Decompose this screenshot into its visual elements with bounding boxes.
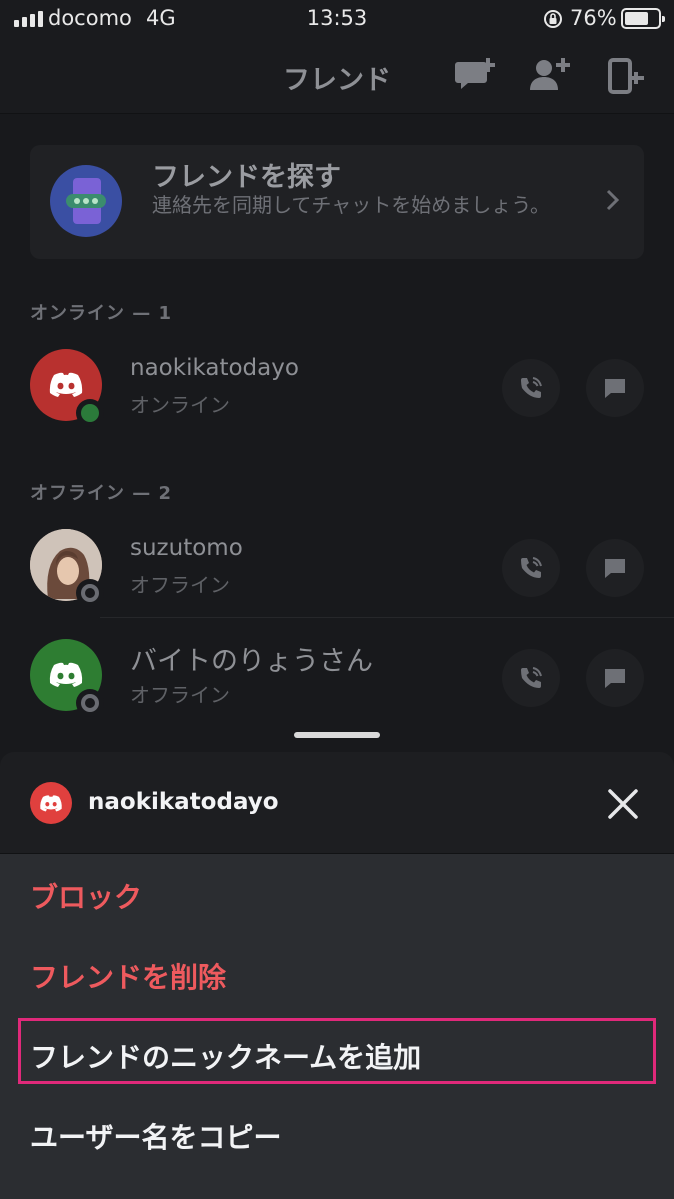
copy-username-menu-item[interactable]: ユーザー名をコピー (30, 1116, 281, 1156)
battery-percentage: 76% (570, 6, 617, 30)
voice-call-button[interactable] (502, 539, 560, 597)
friend-row[interactable]: バイトのりょうさん オフライン (0, 631, 674, 727)
phone-call-icon (521, 667, 542, 688)
message-button[interactable] (586, 359, 644, 417)
find-friends-title: フレンドを探す (152, 162, 341, 193)
new-group-dm-button[interactable] (454, 54, 498, 98)
friend-row[interactable]: naokikatodayo オンライン (0, 341, 674, 437)
page-title: フレンド (283, 65, 391, 96)
friend-status: オンライン (130, 393, 230, 417)
friend-status: オフライン (130, 683, 230, 707)
sheet-username: naokikatodayo (88, 789, 279, 815)
discord-logo-icon (49, 372, 83, 397)
chat-bubble-icon (605, 559, 625, 578)
sheet-drag-handle[interactable] (294, 732, 380, 738)
message-button[interactable] (586, 649, 644, 707)
chevron-right-icon (606, 189, 620, 211)
status-bar: docomo 4G 13:53 76% (0, 0, 674, 38)
block-menu-item[interactable]: ブロック (30, 876, 142, 916)
contacts-sync-icon (608, 58, 644, 94)
phone-contacts-icon (50, 165, 122, 237)
sheet-header: naokikatodayo (0, 752, 674, 854)
avatar (30, 782, 72, 824)
friend-name: suzutomo (130, 535, 243, 561)
friend-row[interactable]: suzutomo オフライン (0, 521, 674, 617)
add-friend-icon (530, 58, 570, 90)
highlight-annotation-box (18, 1018, 656, 1084)
offline-section-header: オフライン — 2 (30, 483, 173, 504)
new-group-dm-icon (455, 58, 495, 89)
phone-call-icon (521, 377, 542, 398)
friend-name: バイトのりょうさん (130, 646, 373, 677)
find-friends-subtitle: 連絡先を同期してチャットを始めましょう。 (152, 193, 550, 217)
friends-list: フレンドを探す 連絡先を同期してチャットを始めましょう。 オンライン — 1 n… (0, 115, 674, 755)
phone-call-icon (521, 557, 542, 578)
discord-logo-icon (40, 795, 62, 812)
remove-friend-menu-item[interactable]: フレンドを削除 (30, 956, 226, 996)
online-section-header: オンライン — 1 (30, 303, 173, 324)
find-friends-card[interactable]: フレンドを探す 連絡先を同期してチャットを始めましょう。 (30, 145, 644, 259)
chat-bubble-icon (605, 379, 625, 398)
orientation-lock-icon (544, 10, 562, 28)
close-icon[interactable] (604, 785, 642, 823)
voice-call-button[interactable] (502, 649, 560, 707)
message-button[interactable] (586, 539, 644, 597)
app-header: フレンド (0, 38, 674, 114)
online-status-indicator (76, 399, 104, 427)
voice-call-button[interactable] (502, 359, 560, 417)
battery-icon (621, 8, 665, 29)
add-friend-button[interactable] (528, 54, 572, 98)
discord-logo-icon (49, 662, 83, 687)
offline-status-indicator (76, 579, 104, 607)
friend-status: オフライン (130, 573, 230, 597)
friend-action-sheet: naokikatodayo ブロック フレンドを削除 フレンドのニックネームを追… (0, 752, 674, 1199)
friend-name: naokikatodayo (130, 355, 299, 381)
offline-status-indicator (76, 689, 104, 717)
chat-bubble-icon (605, 669, 625, 688)
row-divider (100, 617, 674, 618)
contacts-sync-button[interactable] (604, 54, 648, 98)
